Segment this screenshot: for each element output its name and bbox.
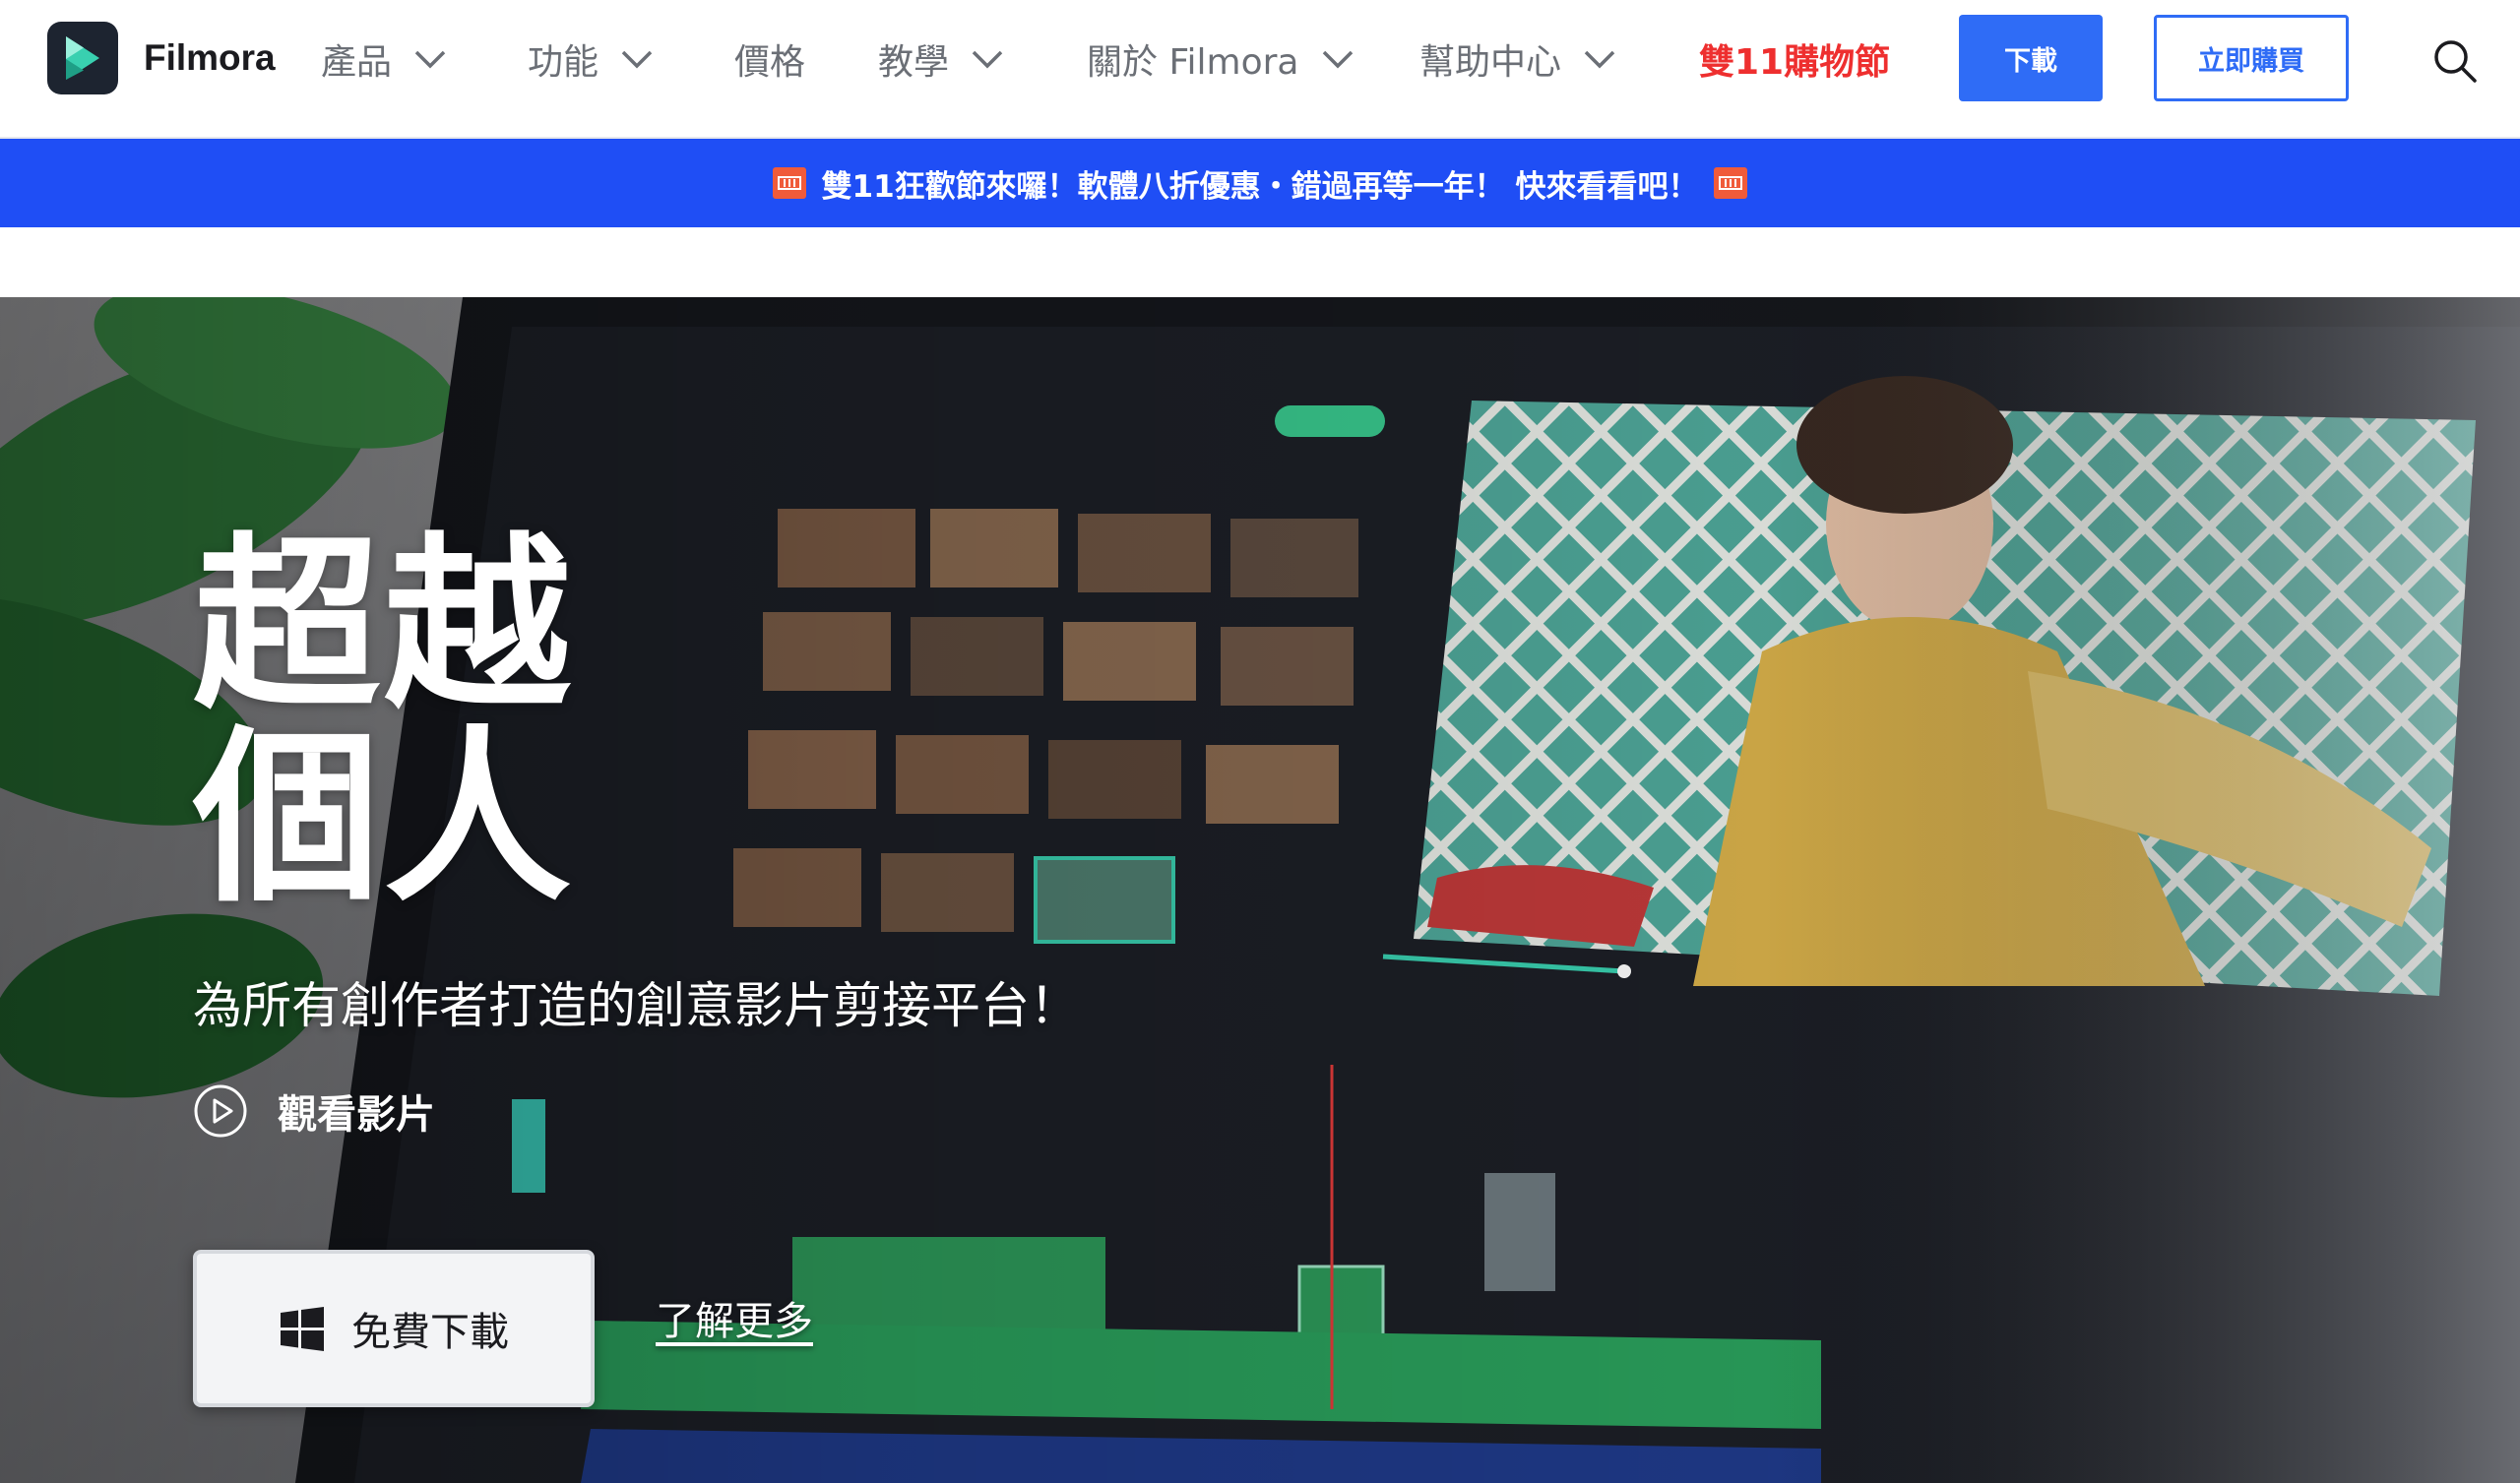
nav-features[interactable]: 功能 [528,35,654,83]
play-circle-icon [194,1084,247,1138]
nav-about[interactable]: 關於 Filmora [1087,35,1354,83]
nav-double11-label: 雙11購物節 [1699,42,1891,83]
nav-double11-link[interactable]: 雙11購物節 [1699,35,1890,83]
coupon-icon [1714,167,1748,199]
watch-video-link[interactable]: 觀看影片 [193,1082,435,1140]
watch-video-label: 觀看影片 [278,1092,435,1138]
hero-subtitle: 為所有創作者打造的創意影片剪接平台！ [193,977,1079,1034]
nav-about-label: 關於 Filmora [1087,42,1299,83]
free-download-label: 免費下載 [351,1311,509,1354]
site-header: Filmora 產品 功能 價格 教學 關於 Filmora 幫助中心 雙11購… [0,0,2520,139]
nav-products[interactable]: 產品 [321,35,447,83]
coupon-icon [772,167,806,199]
hero-section: 超越 個人 為所有創作者打造的創意影片剪接平台！ 觀看影片 免費下載 了解更多 [0,297,2520,1483]
chevron-down-icon [972,50,1003,69]
nav-products-label: 產品 [321,42,393,83]
nav-tutorials[interactable]: 教學 [878,35,1004,83]
nav-help-center-label: 幫助中心 [1419,42,1562,83]
chevron-down-icon [1322,50,1353,69]
chevron-down-icon [621,50,653,69]
hero-title-line1: 超越 [193,517,576,734]
search-icon [2434,40,2477,83]
search-button[interactable] [2431,37,2479,85]
brand[interactable]: Filmora [47,22,276,94]
nav-pricing-label: 價格 [734,42,806,83]
hero-title-line2: 個人 [193,710,576,927]
nav-tutorials-label: 教學 [878,42,950,83]
promo-banner-text: 雙11狂歡節來囉！軟體八折優惠・錯過再等一年！ 快來看看吧！ [821,168,1699,205]
filmora-logo-icon[interactable] [47,22,118,94]
learn-more-link[interactable]: 了解更多 [656,1289,813,1346]
chevron-down-icon [1584,50,1615,69]
nav-help-center[interactable]: 幫助中心 [1419,35,1616,83]
chevron-down-icon [414,50,446,69]
windows-icon [281,1307,324,1351]
free-download-button[interactable]: 免費下載 [193,1250,595,1407]
promo-banner[interactable]: 雙11狂歡節來囉！軟體八折優惠・錯過再等一年！ 快來看看吧！ [0,139,2520,227]
download-button[interactable]: 下載 [1959,15,2103,101]
brand-name[interactable]: Filmora [144,37,276,79]
buy-now-button[interactable]: 立即購買 [2154,15,2349,101]
hero-title: 超越 個人 [193,529,575,915]
nav-features-label: 功能 [528,42,599,83]
nav-pricing[interactable]: 價格 [734,35,805,83]
